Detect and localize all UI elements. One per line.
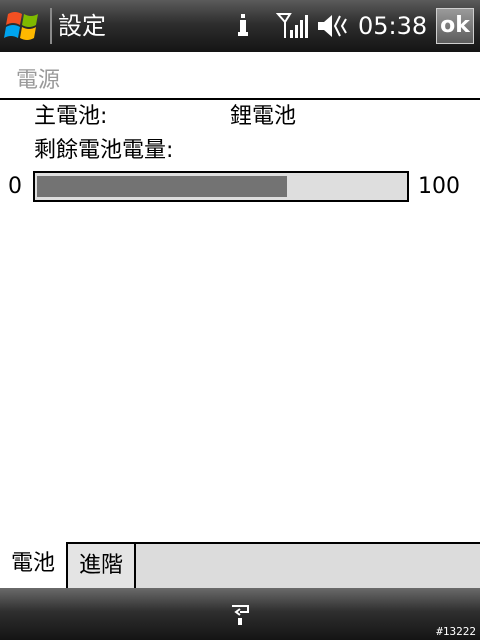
tab-strip: 電池 進階 — [0, 542, 480, 590]
title-bar: 設定 05:38 ok — [0, 0, 480, 52]
bottom-menu-bar: #13222 — [0, 588, 480, 640]
keyboard-sip-icon[interactable] — [226, 600, 254, 628]
volume-icon[interactable] — [316, 10, 350, 42]
page-title: 電源 — [16, 68, 61, 93]
signal-strength-icon[interactable] — [276, 10, 310, 42]
app-title[interactable]: 設定 — [58, 10, 106, 42]
corner-id-label: #13222 — [436, 625, 476, 638]
windows-start-icon[interactable] — [4, 8, 44, 44]
range-min-label: 0 — [8, 174, 22, 199]
page-header: 電源 — [0, 52, 480, 98]
remaining-charge-label: 剩餘電池電量: — [34, 138, 174, 163]
battery-level-bar — [33, 171, 409, 202]
main-battery-value: 鋰電池 — [230, 104, 297, 129]
main-battery-label: 主電池: — [34, 104, 108, 129]
battery-level-fill — [37, 176, 287, 197]
range-max-label: 100 — [418, 174, 460, 199]
header-divider — [0, 98, 480, 100]
title-separator — [50, 8, 52, 44]
tab-advanced[interactable]: 進階 — [68, 542, 136, 590]
tab-battery[interactable]: 電池 — [0, 542, 68, 590]
ok-button[interactable]: ok — [436, 8, 474, 44]
connectivity-icon[interactable] — [236, 10, 250, 42]
clock[interactable]: 05:38 — [358, 10, 427, 42]
